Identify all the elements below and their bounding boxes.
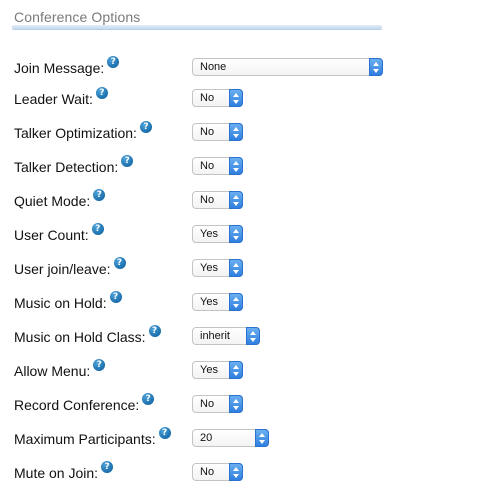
section-title: Conference Options bbox=[14, 9, 141, 25]
talker-detection-label: Talker Detection:? bbox=[14, 155, 134, 175]
user-join-leave-value: Yes bbox=[200, 262, 218, 274]
section-divider bbox=[12, 25, 382, 30]
option-row-user-count: User Count:? Yes bbox=[0, 222, 493, 246]
talker-optimization-value: No bbox=[200, 126, 215, 138]
question-circle-icon[interactable]: ? bbox=[121, 155, 134, 167]
quiet-mode-value: No bbox=[200, 194, 215, 206]
question-circle-icon[interactable]: ? bbox=[148, 325, 161, 337]
talker-detection-value: No bbox=[200, 160, 215, 172]
mute-on-join-select[interactable]: No bbox=[192, 463, 243, 481]
chevron-updown-icon[interactable] bbox=[369, 58, 383, 76]
chevron-updown-icon[interactable] bbox=[229, 157, 243, 175]
quiet-mode-label: Quiet Mode:? bbox=[14, 189, 106, 209]
leader-wait-label: Leader Wait:? bbox=[14, 87, 108, 107]
music-on-hold-class-label: Music on Hold Class:? bbox=[14, 325, 161, 345]
user-join-leave-select[interactable]: Yes bbox=[192, 259, 243, 277]
option-row-user-join-leave: User join/leave:? Yes bbox=[0, 256, 493, 280]
question-circle-icon[interactable]: ? bbox=[93, 359, 106, 371]
question-circle-icon[interactable]: ? bbox=[95, 87, 108, 99]
music-on-hold-label: Music on Hold:? bbox=[14, 291, 122, 311]
option-row-talker-optimization: Talker Optimization:? No bbox=[0, 120, 493, 144]
option-row-allow-menu: Allow Menu:? Yes bbox=[0, 358, 493, 382]
user-count-label: User Count:? bbox=[14, 223, 104, 243]
question-circle-icon[interactable]: ? bbox=[139, 121, 152, 133]
chevron-updown-icon[interactable] bbox=[246, 327, 260, 345]
chevron-updown-icon[interactable] bbox=[229, 89, 243, 107]
question-circle-icon[interactable]: ? bbox=[142, 393, 155, 405]
option-row-leader-wait: Leader Wait:? No bbox=[0, 86, 493, 110]
mute-on-join-value: No bbox=[200, 466, 215, 478]
music-on-hold-class-value: inherit bbox=[200, 330, 230, 342]
maximum-participants-value: 20 bbox=[200, 432, 213, 444]
question-circle-icon[interactable]: ? bbox=[93, 189, 106, 201]
chevron-updown-icon[interactable] bbox=[229, 293, 243, 311]
chevron-updown-icon[interactable] bbox=[255, 429, 269, 447]
maximum-participants-label: Maximum Participants:? bbox=[14, 427, 171, 447]
option-row-music-on-hold-class: Music on Hold Class:? inherit bbox=[0, 324, 493, 348]
leader-wait-value: No bbox=[200, 92, 215, 104]
question-circle-icon[interactable]: ? bbox=[101, 461, 114, 473]
join-message-label: Join Message:? bbox=[14, 56, 120, 76]
option-row-talker-detection: Talker Detection:? No bbox=[0, 154, 493, 178]
chevron-updown-icon[interactable] bbox=[229, 361, 243, 379]
user-count-value: Yes bbox=[200, 228, 218, 240]
music-on-hold-select[interactable]: Yes bbox=[192, 293, 243, 311]
question-circle-icon[interactable]: ? bbox=[113, 257, 126, 269]
chevron-updown-icon[interactable] bbox=[229, 463, 243, 481]
allow-menu-value: Yes bbox=[200, 364, 218, 376]
question-circle-icon[interactable]: ? bbox=[158, 427, 171, 439]
talker-detection-select[interactable]: No bbox=[192, 157, 243, 175]
chevron-updown-icon[interactable] bbox=[229, 191, 243, 209]
music-on-hold-class-select[interactable]: inherit bbox=[192, 327, 260, 345]
record-conference-select[interactable]: No bbox=[192, 395, 243, 413]
talker-optimization-label: Talker Optimization:? bbox=[14, 121, 152, 141]
allow-menu-label: Allow Menu:? bbox=[14, 359, 106, 379]
maximum-participants-select[interactable]: 20 bbox=[192, 429, 269, 447]
question-circle-icon[interactable]: ? bbox=[91, 223, 104, 235]
option-row-maximum-participants: Maximum Participants:? 20 bbox=[0, 426, 493, 450]
join-message-value: None bbox=[200, 61, 227, 73]
mute-on-join-label: Mute on Join:? bbox=[14, 461, 114, 481]
user-join-leave-label: User join/leave:? bbox=[14, 257, 126, 277]
leader-wait-select[interactable]: No bbox=[192, 89, 243, 107]
join-message-select[interactable]: None bbox=[192, 58, 383, 76]
talker-optimization-select[interactable]: No bbox=[192, 123, 243, 141]
user-count-select[interactable]: Yes bbox=[192, 225, 243, 243]
option-row-music-on-hold: Music on Hold:? Yes bbox=[0, 290, 493, 314]
chevron-updown-icon[interactable] bbox=[229, 225, 243, 243]
music-on-hold-value: Yes bbox=[200, 296, 218, 308]
chevron-updown-icon[interactable] bbox=[229, 123, 243, 141]
question-circle-icon[interactable]: ? bbox=[109, 291, 122, 303]
quiet-mode-select[interactable]: No bbox=[192, 191, 243, 209]
option-row-record-conference: Record Conference:? No bbox=[0, 392, 493, 416]
option-row-mute-on-join: Mute on Join:? No bbox=[0, 460, 493, 484]
option-row-join-message: Join Message:? None bbox=[0, 55, 493, 79]
record-conference-label: Record Conference:? bbox=[14, 393, 155, 413]
allow-menu-select[interactable]: Yes bbox=[192, 361, 243, 379]
option-row-quiet-mode: Quiet Mode:? No bbox=[0, 188, 493, 212]
record-conference-value: No bbox=[200, 398, 215, 410]
chevron-updown-icon[interactable] bbox=[229, 259, 243, 277]
chevron-updown-icon[interactable] bbox=[229, 395, 243, 413]
question-circle-icon[interactable]: ? bbox=[107, 56, 120, 68]
